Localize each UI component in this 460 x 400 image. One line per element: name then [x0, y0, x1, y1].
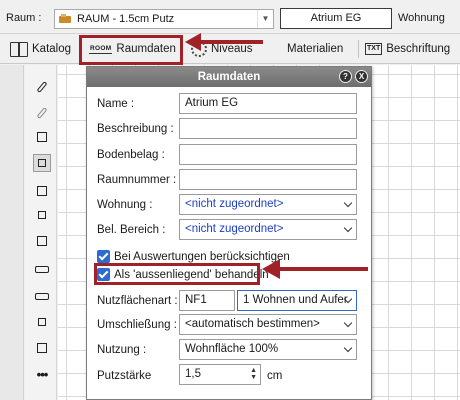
toolbar-divider — [358, 40, 359, 58]
bereich-value: <nicht zugeordnet> — [185, 223, 284, 235]
wohnung-label: Wohnung — [398, 12, 445, 24]
beschriftung-label: Beschriftung — [386, 43, 451, 55]
raumdaten-dialog: Raumdaten ? X Name : Atrium EG Beschreib… — [86, 66, 372, 400]
nutzflaeche-select[interactable]: 1 Wohnen und Aufer — [237, 290, 357, 311]
nutzflaeche-code-value: NF1 — [185, 294, 207, 306]
left-panel — [0, 65, 24, 400]
help-icon[interactable]: ? — [339, 70, 352, 83]
chevron-down-icon — [343, 343, 353, 353]
wohnung-value: <nicht zugeordnet> — [185, 198, 284, 210]
wohnung-label: Wohnung : — [97, 199, 153, 211]
putzstaerke-spinner[interactable]: 1,5 ▲ ▼ — [179, 364, 261, 385]
bodenbelag-field[interactable] — [179, 144, 357, 165]
raum-type-value: RAUM - 1.5cm Putz — [77, 13, 175, 25]
txt-icon: TXT — [365, 43, 383, 55]
room-name-field[interactable]: Atrium EG — [280, 8, 392, 29]
beschreibung-field[interactable] — [179, 118, 357, 139]
putzstaerke-label: Putzstärke — [97, 370, 152, 382]
tool-wave-icon[interactable] — [33, 287, 51, 305]
close-icon[interactable]: X — [355, 70, 368, 83]
beschreibung-label: Beschreibung : — [97, 123, 174, 135]
auswertungen-checkbox[interactable] — [97, 250, 110, 263]
bodenbelag-label: Bodenbelag : — [97, 149, 165, 161]
raumdaten-highlight-box — [79, 35, 183, 65]
nutzung-select[interactable]: Wohnfläche 100% — [179, 339, 357, 360]
putzstaerke-unit: cm — [267, 370, 283, 382]
beschriftung-button[interactable]: TXT Beschriftung — [362, 37, 453, 61]
aussenliegend-highlight-box — [94, 263, 260, 285]
raumnummer-label: Raumnummer : — [97, 174, 177, 186]
tool-tag-icon[interactable] — [33, 313, 51, 331]
auswertungen-checkbox-row[interactable]: Bei Auswertungen berücksichtigen — [97, 250, 290, 263]
materials-icon — [267, 41, 283, 57]
chevron-down-icon — [343, 318, 353, 328]
nutzung-label: Nutzung : — [97, 344, 147, 356]
tool-tag-icon[interactable] — [33, 182, 51, 200]
top-bar: Raum : RAUM - 1.5cm Putz ▼ Atrium EG Woh… — [0, 0, 460, 34]
bereich-label: Bel. Bereich : — [97, 224, 166, 236]
raum-type-select[interactable]: RAUM - 1.5cm Putz ▼ — [54, 9, 274, 29]
putzstaerke-value: 1,5 — [185, 368, 201, 380]
katalog-label: Katalog — [32, 43, 72, 55]
raumnummer-field[interactable] — [179, 169, 357, 190]
raum-label: Raum : — [6, 12, 42, 24]
umschliessung-label: Umschließung : — [97, 319, 177, 331]
nutzung-value: Wohnfläche 100% — [185, 343, 279, 355]
chevron-down-icon — [343, 198, 353, 208]
materialien-button[interactable]: Materialien — [264, 37, 346, 61]
wohnung-select[interactable]: <nicht zugeordnet> — [179, 194, 357, 215]
nutzflaechenart-label: Nutzflächenart : — [97, 295, 178, 307]
arrow-aussenliegend-icon — [262, 259, 368, 279]
katalog-button[interactable]: Katalog — [7, 37, 74, 61]
tool-tag-plus-icon[interactable] — [33, 232, 51, 250]
tool-more-icon[interactable]: ••• — [33, 366, 51, 384]
tool-wave-icon[interactable] — [33, 260, 51, 278]
tool-tag-icon[interactable] — [33, 128, 51, 146]
tool-tag-plus-icon[interactable] — [33, 339, 51, 357]
nutzflaeche-value: 1 Wohnen und Aufer — [243, 294, 348, 306]
book-icon — [10, 41, 28, 57]
name-field[interactable]: Atrium EG — [179, 93, 357, 114]
materialien-label: Materialien — [287, 43, 344, 55]
tool-room-icon[interactable] — [33, 154, 51, 172]
room-type-icon — [59, 14, 73, 24]
tool-pen-icon[interactable] — [33, 78, 51, 96]
tool-tag-small-icon[interactable] — [33, 206, 51, 224]
spinner-arrows-icon[interactable]: ▲ ▼ — [250, 367, 257, 381]
dialog-title: Raumdaten — [87, 67, 371, 87]
umschliessung-select[interactable]: <automatisch bestimmen> — [179, 314, 357, 335]
tool-pen-grey-icon[interactable] — [33, 104, 51, 122]
chevron-down-icon[interactable]: ▼ — [257, 10, 273, 28]
umschliessung-value: <automatisch bestimmen> — [185, 318, 320, 330]
chevron-down-icon — [343, 223, 353, 233]
nutzflaeche-code-field[interactable]: NF1 — [179, 290, 235, 311]
bereich-select[interactable]: <nicht zugeordnet> — [179, 219, 357, 240]
name-label: Name : — [97, 98, 135, 110]
arrow-raumdaten-icon — [185, 33, 263, 51]
